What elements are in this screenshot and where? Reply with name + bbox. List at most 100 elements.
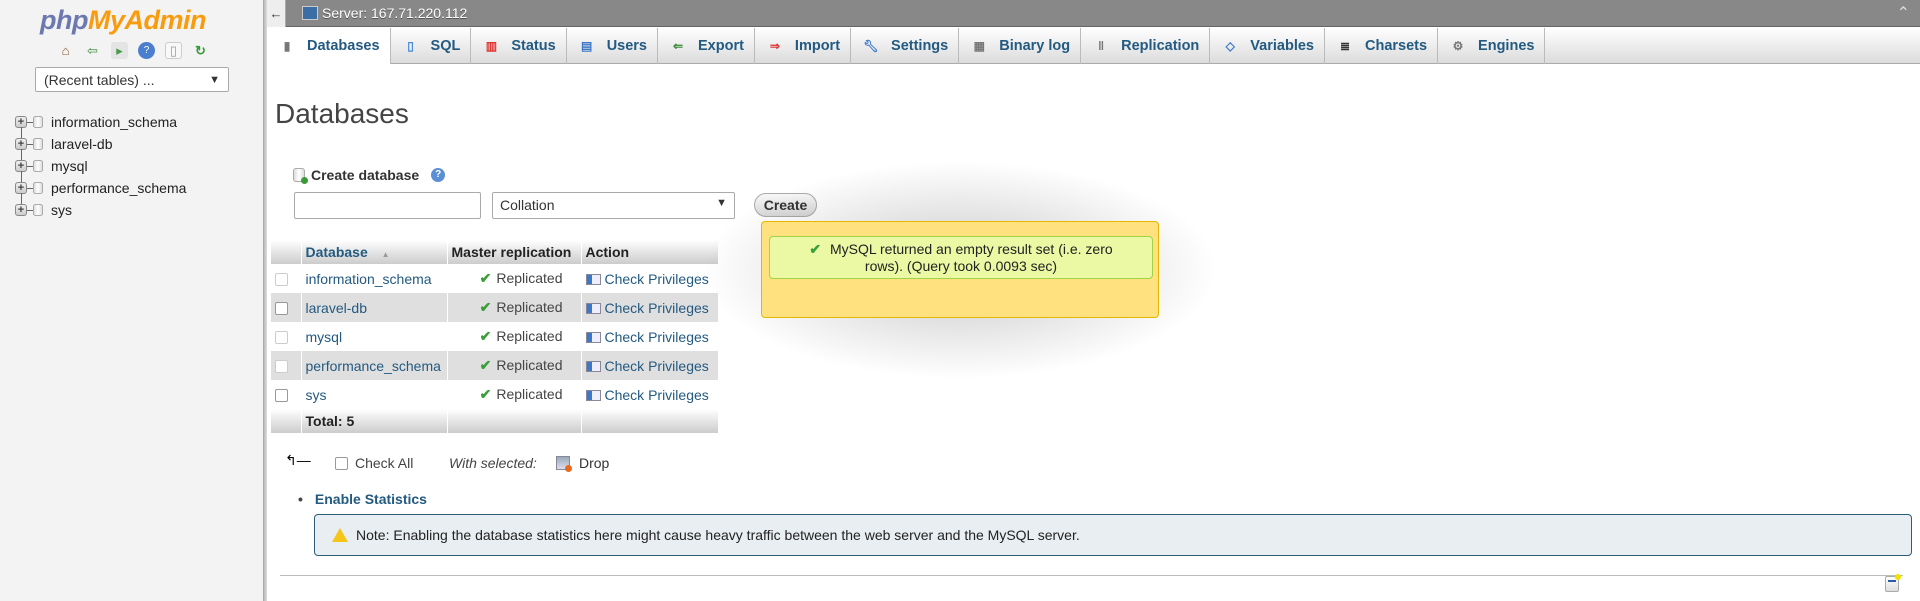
privileges-icon bbox=[585, 274, 601, 286]
server-breadcrumb[interactable]: Server: 167.71.220.112 bbox=[302, 5, 467, 21]
database-name-input[interactable] bbox=[294, 192, 481, 219]
database-link[interactable]: mysql bbox=[306, 329, 343, 345]
tree-item-label[interactable]: laravel-db bbox=[51, 136, 112, 152]
database-column-header[interactable]: Database ▲ bbox=[301, 240, 448, 264]
database-icon bbox=[33, 204, 43, 216]
phpmyadmin-logo[interactable]: phpMyAdmin bbox=[40, 5, 206, 36]
database-icon bbox=[33, 160, 43, 172]
row-checkbox[interactable] bbox=[275, 302, 288, 316]
check-privileges-link[interactable]: Check Privileges bbox=[585, 329, 709, 345]
success-check-icon: ✔ bbox=[479, 299, 492, 315]
sidebar-resize-handle[interactable] bbox=[264, 0, 267, 601]
database-link[interactable]: information_schema bbox=[306, 271, 432, 287]
with-selected-label: With selected: bbox=[449, 455, 537, 471]
tab-binary-log[interactable]: ▦ Binary log bbox=[959, 28, 1082, 64]
tab-replication[interactable]: ‖ Replication bbox=[1081, 28, 1211, 64]
arrow-ltr-icon: ↰― bbox=[285, 452, 311, 468]
success-check-icon: ✔ bbox=[479, 386, 492, 402]
success-check-icon: ✔ bbox=[479, 357, 492, 373]
database-icon bbox=[33, 182, 43, 194]
logo-myadmin-text: MyAdmin bbox=[87, 5, 207, 35]
replication-status: Replicated bbox=[496, 299, 563, 315]
sql-docs-icon[interactable]: ▯ bbox=[165, 42, 182, 59]
expand-icon[interactable]: + bbox=[15, 204, 27, 216]
tree-item[interactable]: + laravel-db bbox=[15, 133, 186, 161]
table-row: laravel-db ✔ Replicated Check Privileges bbox=[271, 293, 719, 322]
privileges-icon bbox=[585, 361, 601, 373]
logout-icon[interactable]: ⇦ bbox=[84, 42, 101, 59]
server-label[interactable]: Server: 167.71.220.112 bbox=[322, 5, 467, 21]
row-checkbox[interactable] bbox=[275, 389, 288, 403]
tab-export[interactable]: ⇐ Export bbox=[658, 28, 755, 64]
create-database-text: Create database bbox=[311, 167, 420, 183]
query-window-icon[interactable]: ▸ bbox=[111, 42, 128, 59]
tab-settings[interactable]: 🔧︎ Settings bbox=[851, 28, 960, 64]
binary-log-icon: ▦ bbox=[973, 39, 985, 53]
check-all-label[interactable]: Check All bbox=[355, 455, 413, 471]
tab-label: Import bbox=[794, 38, 841, 54]
tab-status[interactable]: ▥ Status bbox=[471, 28, 567, 64]
tab-label: Status bbox=[511, 38, 556, 54]
create-button[interactable]: Create bbox=[754, 193, 817, 217]
home-icon[interactable]: ⌂ bbox=[57, 42, 74, 59]
database-link[interactable]: sys bbox=[306, 387, 327, 403]
tree-item[interactable]: + performance_schema bbox=[15, 177, 186, 205]
database-header-label[interactable]: Database bbox=[306, 244, 368, 260]
table-row: performance_schema ✔ Replicated Check Pri… bbox=[271, 351, 719, 380]
tab-label: SQL bbox=[430, 38, 461, 54]
users-icon: ▤ bbox=[581, 39, 593, 53]
charsets-icon: ≣ bbox=[1339, 39, 1351, 53]
check-privileges-label: Check Privileges bbox=[604, 270, 709, 287]
statistics-notice: Note: Enabling the database statistics h… bbox=[314, 514, 1912, 556]
settings-icon: 🔧︎ bbox=[863, 39, 879, 53]
success-message: ✔ MySQL returned an empty result set (i.… bbox=[769, 236, 1153, 279]
replication-status: Replicated bbox=[496, 357, 563, 373]
tree-item-label[interactable]: information_schema bbox=[51, 114, 177, 130]
collapse-topbar-icon[interactable]: ⌃ bbox=[1897, 3, 1910, 23]
console-toggle-icon[interactable] bbox=[1885, 574, 1901, 592]
check-all[interactable]: Check All bbox=[335, 455, 413, 471]
tab-engines[interactable]: ⚙︎ Engines bbox=[1438, 28, 1546, 64]
check-privileges-link[interactable]: Check Privileges bbox=[585, 270, 709, 287]
tab-charsets[interactable]: ≣ Charsets bbox=[1325, 28, 1439, 64]
check-privileges-link[interactable]: Check Privileges bbox=[585, 358, 709, 374]
check-privileges-link[interactable]: Check Privileges bbox=[585, 386, 709, 403]
databases-table: Database ▲ Master replication Action inf… bbox=[271, 240, 719, 433]
tree-item[interactable]: + sys bbox=[15, 199, 186, 221]
tab-variables[interactable]: ◇ Variables bbox=[1210, 28, 1325, 64]
check-privileges-link[interactable]: Check Privileges bbox=[585, 300, 709, 316]
database-link[interactable]: laravel-db bbox=[306, 300, 367, 316]
enable-statistics-link[interactable]: Enable Statistics bbox=[315, 491, 427, 507]
recent-tables-select[interactable]: (Recent tables) ... ▼ bbox=[35, 67, 229, 92]
tab-databases[interactable]: ▮ Databases bbox=[267, 28, 391, 64]
tree-item-label[interactable]: performance_schema bbox=[51, 180, 186, 196]
docs-icon[interactable]: ? bbox=[138, 42, 155, 59]
collation-select[interactable]: Collation ▼ bbox=[492, 192, 735, 219]
table-footer-row: Total: 5 bbox=[271, 409, 719, 433]
tree-item[interactable]: + mysql bbox=[15, 155, 186, 183]
tab-users[interactable]: ▤ Users bbox=[567, 28, 658, 64]
server-breadcrumb-bar: ← Server: 167.71.220.112 ⌃ bbox=[267, 0, 1920, 27]
check-privileges-label: Check Privileges bbox=[604, 386, 709, 403]
database-link[interactable]: performance_schema bbox=[306, 358, 441, 374]
warning-icon bbox=[332, 528, 348, 542]
drop-button[interactable]: Drop bbox=[556, 455, 609, 472]
tab-import[interactable]: ⇒ Import bbox=[755, 28, 852, 64]
reload-icon[interactable]: ↻ bbox=[192, 42, 209, 59]
select-column-header bbox=[271, 240, 302, 264]
tree-item-label[interactable]: mysql bbox=[51, 158, 88, 174]
replication-status: Replicated bbox=[496, 270, 563, 286]
tree-item[interactable]: + information_schema bbox=[15, 111, 186, 139]
database-tree: + information_schema + laravel-db + mysq… bbox=[15, 111, 186, 221]
replication-column-header: Master replication bbox=[447, 240, 582, 264]
table-row: information_schema ✔ Replicated Check Pri… bbox=[271, 264, 719, 293]
server-tabs: ▮ Databases ▯ SQL ▥ Status ▤ Users ⇐ Export ⇒… bbox=[267, 28, 1920, 64]
tree-item-label[interactable]: sys bbox=[51, 202, 72, 218]
ajax-message-popup[interactable]: ✔ MySQL returned an empty result set (i.… bbox=[761, 221, 1159, 318]
collapse-sidebar-button[interactable]: ← bbox=[267, 0, 286, 27]
check-all-checkbox[interactable] bbox=[335, 456, 348, 470]
help-icon[interactable]: ? bbox=[431, 168, 446, 182]
success-check-icon: ✔ bbox=[479, 270, 492, 286]
tab-sql[interactable]: ▯ SQL bbox=[391, 28, 472, 64]
bullet: • bbox=[298, 491, 303, 507]
